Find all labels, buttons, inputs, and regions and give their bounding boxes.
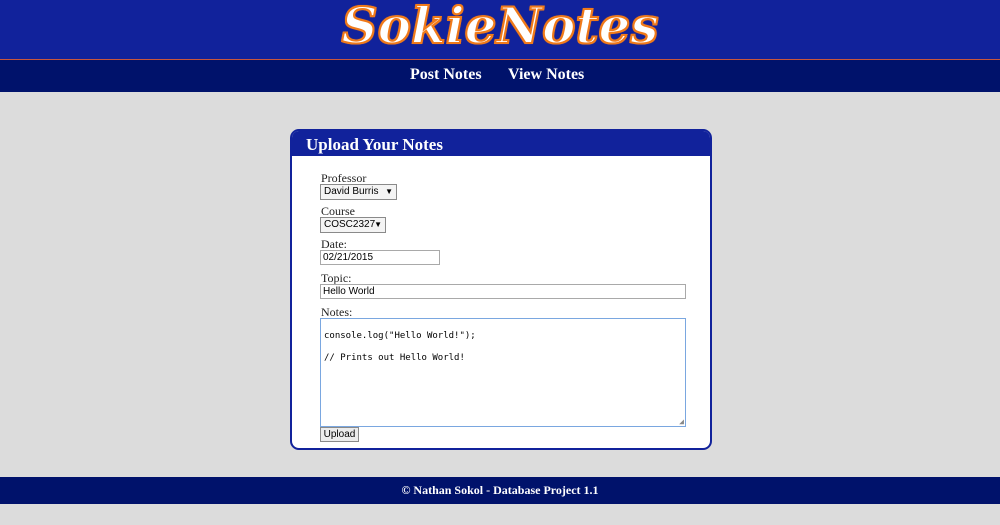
- site-header: SokieNotes: [0, 0, 1000, 60]
- professor-select-value: David Burris: [324, 186, 379, 197]
- dropdown-arrow-icon: ▼: [385, 187, 393, 196]
- resize-handle-icon[interactable]: ◢: [679, 417, 684, 426]
- date-input[interactable]: 02/21/2015: [320, 250, 440, 265]
- card-title: Upload Your Notes: [292, 131, 710, 156]
- course-select-value: COSC2327: [324, 219, 376, 230]
- professor-select[interactable]: David Burris ▼: [320, 184, 397, 200]
- upload-button[interactable]: Upload: [320, 427, 359, 442]
- upload-notes-card: Upload Your Notes Professor David Burris…: [290, 129, 712, 450]
- site-footer: © Nathan Sokol - Database Project 1.1: [0, 477, 1000, 504]
- dropdown-arrow-icon: ▼: [374, 220, 382, 229]
- nav-post-notes[interactable]: Post Notes: [410, 66, 482, 84]
- notes-line: // Prints out Hello World!: [324, 353, 465, 363]
- notes-textarea[interactable]: console.log("Hello World!"); // Prints o…: [320, 318, 686, 427]
- topic-input[interactable]: Hello World: [320, 284, 686, 299]
- notes-line: console.log("Hello World!");: [324, 331, 476, 341]
- site-logo[interactable]: SokieNotes: [0, 0, 1000, 56]
- main-nav: Post Notes View Notes: [0, 60, 1000, 92]
- nav-view-notes[interactable]: View Notes: [508, 66, 584, 84]
- course-select[interactable]: COSC2327 ▼: [320, 217, 386, 233]
